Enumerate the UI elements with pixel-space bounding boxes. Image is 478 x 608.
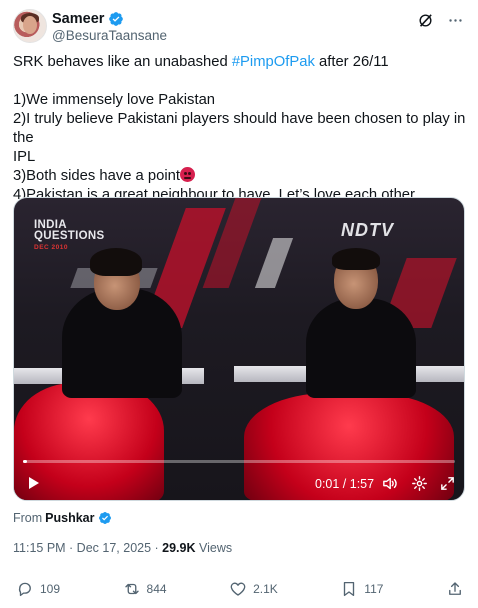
grok-icon[interactable] xyxy=(416,11,434,29)
author-row: Sameer xyxy=(52,11,124,27)
share-icon xyxy=(449,582,461,595)
overlay-ndtv-logo: NDTV xyxy=(341,220,394,240)
reply-icon xyxy=(18,582,31,597)
point: 1)We immensely love Pakistan xyxy=(13,92,216,108)
reply-count: 109 xyxy=(40,582,61,596)
tweet-text-line1: SRK behaves like an unabashed #PimpOfPak… xyxy=(13,54,389,70)
action-bar: 109 844 2.1K 117 xyxy=(16,580,464,598)
bookmark-button[interactable]: 117 xyxy=(340,580,383,598)
repost-icon xyxy=(124,583,139,595)
angry-face-emoji-icon xyxy=(180,167,195,182)
share-button[interactable] xyxy=(446,580,464,598)
video-progress-bar[interactable] xyxy=(23,460,455,463)
verified-badge-icon xyxy=(98,512,111,524)
more-icon[interactable] xyxy=(446,11,464,29)
like-count: 2.1K xyxy=(253,582,278,596)
point: IPL xyxy=(13,149,36,165)
display-name[interactable]: Sameer xyxy=(52,11,104,27)
header-actions xyxy=(416,11,464,29)
timestamp-link[interactable]: 11:15 PM · Dec 17, 2025 · xyxy=(13,541,162,555)
heart-icon xyxy=(230,582,246,596)
reply-button[interactable]: 109 xyxy=(16,580,60,598)
source-name-link[interactable]: Pushkar xyxy=(45,511,94,525)
verified-badge-icon xyxy=(109,12,124,26)
video-source: From Pushkar xyxy=(13,511,112,525)
like-button[interactable]: 2.1K xyxy=(229,580,278,598)
views-count: 29.9K xyxy=(162,541,196,555)
volume-icon[interactable] xyxy=(381,475,398,492)
video-player[interactable]: INDIA QUESTIONS DEC 2010 NDTV 0:01 / 1:5… xyxy=(13,197,465,501)
bookmark-icon xyxy=(344,581,355,597)
bookmark-count: 117 xyxy=(364,582,384,596)
point: 3)Both sides have a point xyxy=(13,167,468,186)
tweet: Sameer @BesuraTaansane SRK behaves like … xyxy=(0,0,478,608)
repost-count: 844 xyxy=(146,582,167,596)
hashtag-link[interactable]: #PimpOfPak xyxy=(232,54,315,70)
play-icon[interactable] xyxy=(25,475,41,491)
video-time: 0:01 / 1:57 xyxy=(315,477,375,491)
avatar[interactable] xyxy=(13,9,47,43)
overlay-india-questions: INDIA QUESTIONS DEC 2010 xyxy=(34,219,105,251)
repost-button[interactable]: 844 xyxy=(123,580,167,598)
fullscreen-icon[interactable] xyxy=(439,475,456,492)
tweet-points: 1)We immensely love Pakistan 2)I truly b… xyxy=(13,91,468,205)
tweet-meta: 11:15 PM · Dec 17, 2025 · 29.9K Views xyxy=(13,541,233,555)
settings-gear-icon[interactable] xyxy=(411,475,428,492)
point: 2)I truly believe Pakistani players shou… xyxy=(13,111,466,146)
author-handle[interactable]: @BesuraTaansane xyxy=(52,28,167,43)
